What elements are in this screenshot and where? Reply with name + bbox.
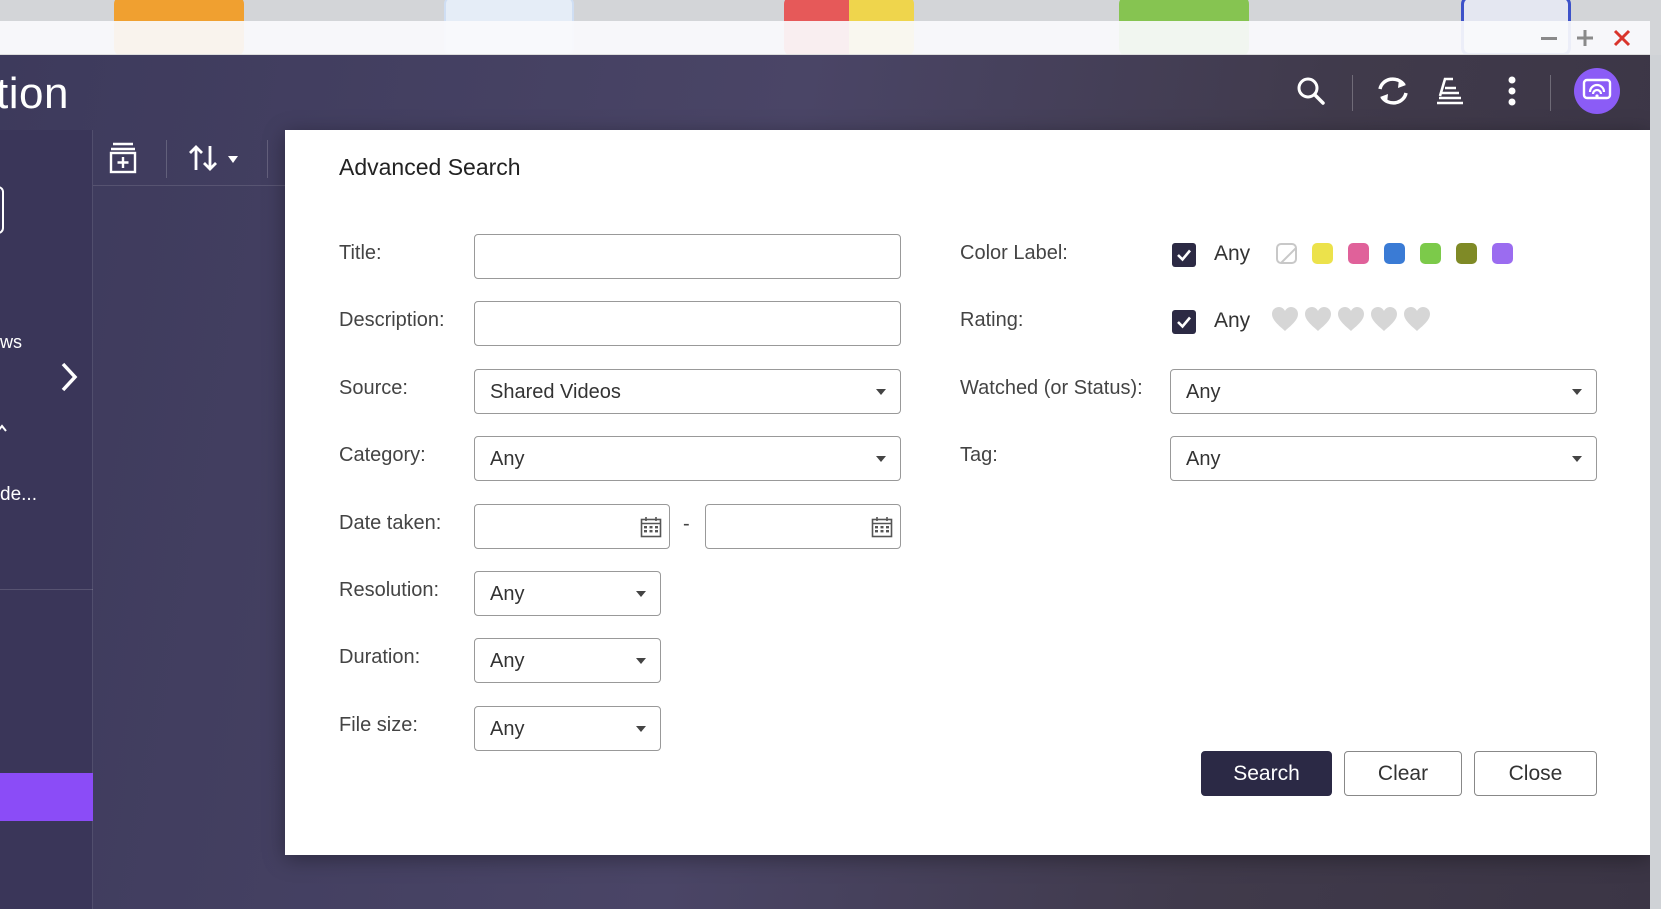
check-icon [1177,316,1191,329]
heart-icon[interactable] [1304,306,1332,332]
chevron-down-icon [1572,456,1582,462]
clear-button[interactable]: Clear [1344,751,1462,796]
content-toolbar [93,130,285,186]
watched-select[interactable]: Any [1170,369,1597,414]
background-task-icon[interactable] [1430,71,1470,111]
app-title: tion [0,69,69,118]
sidebar-item-label[interactable]: de... [0,484,37,506]
date-to-field[interactable] [705,504,901,549]
toolbar-divider [267,140,268,178]
category-select[interactable]: Any [474,436,901,481]
category-value: Any [490,448,525,470]
description-label: Description: [339,309,445,331]
date-separator: - [683,513,690,535]
heart-icon[interactable] [1337,306,1365,332]
window-titlebar [0,21,1650,55]
tag-select[interactable]: Any [1170,436,1597,481]
resolution-value: Any [490,583,525,605]
source-label: Source: [339,377,408,399]
close-button[interactable]: Close [1474,751,1597,796]
heart-icon[interactable] [1403,306,1431,332]
color-swatch[interactable] [1420,243,1441,264]
duration-label: Duration: [339,646,421,668]
title-input[interactable] [475,235,900,278]
calendar-icon[interactable] [871,516,893,538]
file-size-value: Any [490,718,525,740]
add-folder-icon[interactable] [108,140,138,176]
color-label-any-text: Any [1214,242,1251,265]
file-size-label: File size: [339,714,418,736]
rating-any-text: Any [1214,309,1251,332]
source-select[interactable]: Shared Videos [474,369,901,414]
toolbar-divider [1550,75,1551,111]
color-swatch[interactable] [1384,243,1405,264]
watched-label: Watched (or Status): [960,377,1143,399]
collapse-icon[interactable] [0,422,8,440]
resolution-label: Resolution: [339,579,440,601]
sidebar-divider [0,589,93,590]
sidebar-entry-frame[interactable] [0,186,4,234]
sidebar-item-label[interactable]: ws [0,332,22,353]
advanced-search-dialog: Advanced Search Title: Description: Sour… [285,130,1650,855]
toolbar-divider [166,140,167,178]
maximize-icon[interactable] [1572,25,1598,51]
chevron-down-icon [636,658,646,664]
color-label-label: Color Label: [960,242,1068,264]
chevron-down-icon [1572,389,1582,395]
rating-label: Rating: [960,309,1024,331]
color-swatch[interactable] [1348,243,1369,264]
sort-icon[interactable] [188,140,248,176]
toolbar-divider [1352,75,1353,111]
tag-value: Any [1186,448,1221,470]
app-window: tion ws de... Advanced Search Title: Des… [0,55,1650,909]
resolution-select[interactable]: Any [474,571,661,616]
color-swatch[interactable] [1312,243,1333,264]
color-label-any-checkbox[interactable] [1172,243,1196,267]
date-taken-label: Date taken: [339,512,442,534]
heart-icon[interactable] [1271,306,1299,332]
no-color-swatch[interactable] [1276,243,1297,264]
close-window-icon[interactable] [1609,25,1635,51]
source-value: Shared Videos [490,381,621,403]
rating-any-checkbox[interactable] [1172,310,1196,334]
duration-value: Any [490,650,525,672]
color-swatch[interactable] [1492,243,1513,264]
minimize-icon[interactable] [1536,25,1562,51]
more-options-icon[interactable] [1492,71,1532,111]
dialog-title: Advanced Search [339,154,521,180]
description-field[interactable] [474,301,901,346]
chevron-right-icon[interactable] [58,361,80,398]
watched-value: Any [1186,381,1221,403]
date-from-field[interactable] [474,504,670,549]
search-button[interactable]: Search [1201,751,1332,796]
search-icon[interactable] [1291,71,1331,111]
file-size-select[interactable]: Any [474,706,661,751]
streaming-mode-icon[interactable] [1574,68,1620,114]
refresh-icon[interactable] [1373,71,1413,111]
chevron-down-icon [876,456,886,462]
color-swatch[interactable] [1456,243,1477,264]
title-label: Title: [339,242,382,264]
chevron-down-icon [636,726,646,732]
duration-select[interactable]: Any [474,638,661,683]
description-input[interactable] [475,302,900,345]
sidebar-active-item[interactable] [0,773,93,821]
category-label: Category: [339,444,426,466]
chevron-down-icon [636,591,646,597]
chevron-down-icon [876,389,886,395]
title-field[interactable] [474,234,901,279]
calendar-icon[interactable] [640,516,662,538]
check-icon [1177,249,1191,262]
heart-icon[interactable] [1370,306,1398,332]
tag-label: Tag: [960,444,998,466]
left-sidebar: ws de... [0,130,93,909]
